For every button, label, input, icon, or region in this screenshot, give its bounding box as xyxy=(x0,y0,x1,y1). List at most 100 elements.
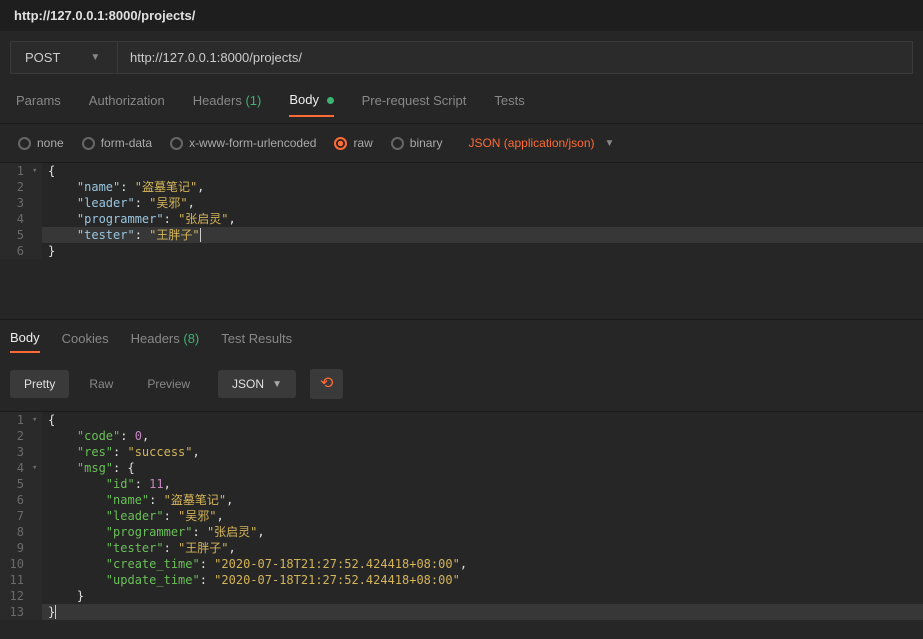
code-line[interactable]: 5 "id": 11, xyxy=(0,476,923,492)
chevron-down-icon: ▼ xyxy=(272,379,282,390)
fold-icon[interactable]: ▾ xyxy=(32,460,42,476)
code-line[interactable]: 6 "name": "盗墓笔记", xyxy=(0,492,923,508)
wrap-button[interactable]: ⟲ xyxy=(310,369,343,399)
code-line[interactable]: 2 "code": 0, xyxy=(0,428,923,444)
line-number: 1 xyxy=(0,163,32,179)
fold-icon xyxy=(32,492,42,508)
response-body-editor[interactable]: 1▾{2 "code": 0,3 "res": "success",4▾ "ms… xyxy=(0,411,923,620)
tab-body-label: Body xyxy=(289,92,319,107)
fold-icon xyxy=(32,572,42,588)
radio-none[interactable]: none xyxy=(18,136,64,150)
fold-icon xyxy=(32,524,42,540)
line-number: 4 xyxy=(0,460,32,476)
radio-binary[interactable]: binary xyxy=(391,136,443,150)
fold-icon[interactable]: ▾ xyxy=(32,412,42,428)
tab-prerequest[interactable]: Pre-request Script xyxy=(362,93,467,116)
code-line[interactable]: 8 "programmer": "张启灵", xyxy=(0,524,923,540)
tab-tests[interactable]: Tests xyxy=(494,93,524,116)
radio-raw[interactable]: raw xyxy=(334,136,372,150)
radio-form-data[interactable]: form-data xyxy=(82,136,152,150)
method-select[interactable]: POST ▼ xyxy=(10,41,118,74)
line-number: 13 xyxy=(0,604,32,620)
code-line[interactable]: 3 "leader": "吴邪", xyxy=(0,195,923,211)
wrap-icon: ⟲ xyxy=(320,376,333,392)
raw-button[interactable]: Raw xyxy=(75,370,127,398)
code-line[interactable]: 6} xyxy=(0,243,923,259)
fold-icon xyxy=(32,540,42,556)
line-number: 9 xyxy=(0,540,32,556)
radio-icon xyxy=(391,137,404,150)
fold-icon xyxy=(32,243,42,259)
fold-icon xyxy=(32,211,42,227)
fold-icon xyxy=(32,556,42,572)
code-text: "name": "盗墓笔记", xyxy=(42,179,923,195)
line-number: 10 xyxy=(0,556,32,572)
headers-count: (1) xyxy=(245,93,261,108)
chevron-down-icon: ▼ xyxy=(605,138,615,149)
code-text: "leader": "吴邪", xyxy=(42,508,923,524)
line-number: 7 xyxy=(0,508,32,524)
line-number: 3 xyxy=(0,195,32,211)
fold-icon xyxy=(32,508,42,524)
resp-tab-cookies[interactable]: Cookies xyxy=(62,331,109,352)
radio-icon xyxy=(82,137,95,150)
line-number: 4 xyxy=(0,211,32,227)
resp-tab-body[interactable]: Body xyxy=(10,330,40,353)
resp-tab-tests[interactable]: Test Results xyxy=(221,331,292,352)
radio-xwww[interactable]: x-www-form-urlencoded xyxy=(170,136,316,150)
body-indicator-icon xyxy=(327,97,334,104)
code-line[interactable]: 1▾{ xyxy=(0,412,923,428)
request-body-editor[interactable]: 1▾{2 "name": "盗墓笔记",3 "leader": "吴邪",4 "… xyxy=(0,162,923,259)
line-number: 6 xyxy=(0,243,32,259)
preview-button[interactable]: Preview xyxy=(133,370,204,398)
code-line[interactable]: 11 "update_time": "2020-07-18T21:27:52.4… xyxy=(0,572,923,588)
line-number: 5 xyxy=(0,476,32,492)
tab-title[interactable]: http://127.0.0.1:8000/projects/ xyxy=(0,0,923,31)
code-text: "id": 11, xyxy=(42,476,923,492)
code-text: { xyxy=(42,163,923,179)
code-line[interactable]: 4 "programmer": "张启灵", xyxy=(0,211,923,227)
fold-icon xyxy=(32,588,42,604)
fold-icon xyxy=(32,179,42,195)
line-number: 6 xyxy=(0,492,32,508)
code-line[interactable]: 1▾{ xyxy=(0,163,923,179)
code-line[interactable]: 13} xyxy=(0,604,923,620)
chevron-down-icon: ▼ xyxy=(90,52,100,63)
tab-body[interactable]: Body xyxy=(289,92,333,117)
format-select[interactable]: JSON ▼ xyxy=(218,370,296,398)
code-line[interactable]: 10 "create_time": "2020-07-18T21:27:52.4… xyxy=(0,556,923,572)
code-text: "code": 0, xyxy=(42,428,923,444)
line-number: 5 xyxy=(0,227,32,243)
code-text: "tester": "王胖子" xyxy=(42,227,923,243)
fold-icon xyxy=(32,428,42,444)
request-tabs: Params Authorization Headers (1) Body Pr… xyxy=(0,74,923,124)
fold-icon[interactable]: ▾ xyxy=(32,163,42,179)
line-number: 3 xyxy=(0,444,32,460)
pretty-button[interactable]: Pretty xyxy=(10,370,69,398)
resp-tab-headers-label: Headers xyxy=(131,331,180,346)
line-number: 12 xyxy=(0,588,32,604)
resp-tab-headers[interactable]: Headers (8) xyxy=(131,331,200,352)
code-text: { xyxy=(42,412,923,428)
response-tabs: Body Cookies Headers (8) Test Results xyxy=(0,319,923,357)
line-number: 1 xyxy=(0,412,32,428)
line-number: 11 xyxy=(0,572,32,588)
code-line[interactable]: 12 } xyxy=(0,588,923,604)
resp-headers-count: (8) xyxy=(183,331,199,346)
code-text: "programmer": "张启灵", xyxy=(42,211,923,227)
code-line[interactable]: 4▾ "msg": { xyxy=(0,460,923,476)
code-line[interactable]: 5 "tester": "王胖子" xyxy=(0,227,923,243)
content-type-label: JSON (application/json) xyxy=(468,136,594,150)
code-line[interactable]: 9 "tester": "王胖子", xyxy=(0,540,923,556)
tab-params[interactable]: Params xyxy=(16,93,61,116)
code-text: } xyxy=(42,604,923,620)
content-type-select[interactable]: JSON (application/json) ▼ xyxy=(468,136,614,150)
code-line[interactable]: 3 "res": "success", xyxy=(0,444,923,460)
code-line[interactable]: 7 "leader": "吴邪", xyxy=(0,508,923,524)
tab-headers[interactable]: Headers (1) xyxy=(193,93,262,116)
url-input[interactable]: http://127.0.0.1:8000/projects/ xyxy=(118,41,913,74)
code-text: } xyxy=(42,588,923,604)
tab-authorization[interactable]: Authorization xyxy=(89,93,165,116)
radio-icon xyxy=(18,137,31,150)
code-line[interactable]: 2 "name": "盗墓笔记", xyxy=(0,179,923,195)
